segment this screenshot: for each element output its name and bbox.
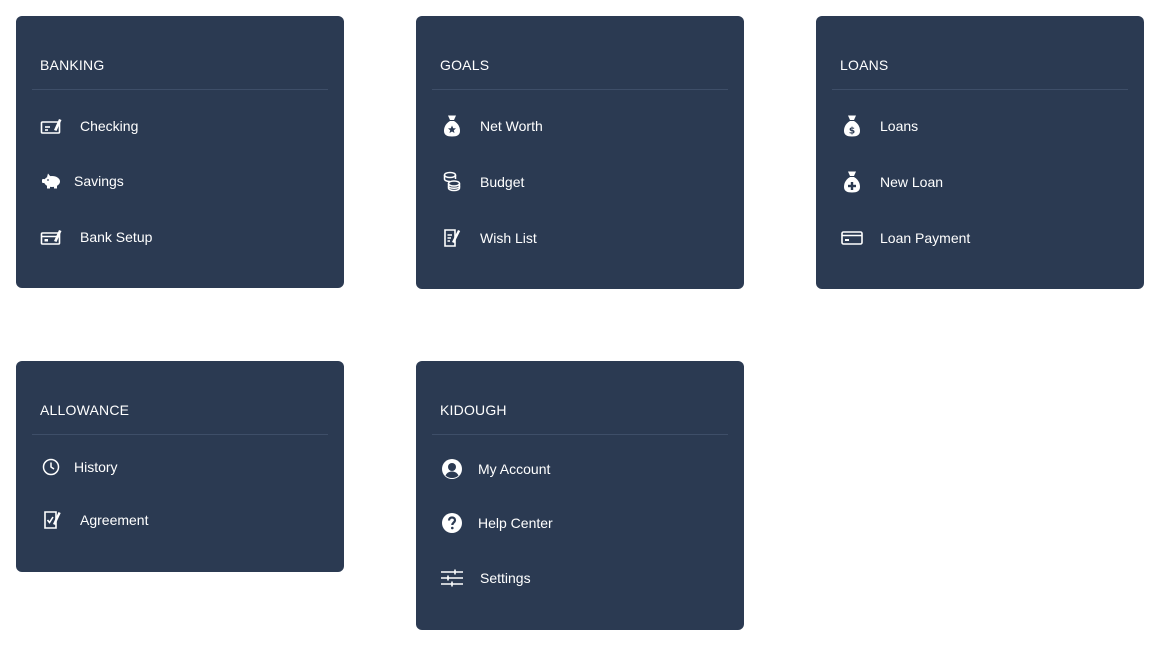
coins-icon (440, 170, 464, 194)
svg-text:$: $ (849, 127, 855, 137)
menu-item-my-account[interactable]: My Account (440, 454, 728, 484)
menu-item-label: Loans (880, 118, 919, 134)
help-icon (440, 511, 464, 535)
allowance-card: ALLOWANCE History Agreement (16, 361, 344, 572)
check-icon (40, 114, 64, 138)
menu-item-label: History (74, 459, 118, 475)
menu-item-savings[interactable]: Savings (40, 166, 328, 196)
menu-item-label: New Loan (880, 174, 944, 190)
piggy-bank-icon (40, 169, 64, 193)
money-bag-plus-icon (840, 170, 864, 194)
loans-title: LOANS (840, 57, 889, 73)
menu-item-checking[interactable]: Checking (40, 111, 328, 141)
loans-divider (832, 89, 1128, 90)
menu-item-loans[interactable]: $ Loans (840, 111, 1128, 141)
menu-item-label: Help Center (478, 515, 553, 531)
wish-list-icon (440, 226, 464, 250)
allowance-divider (32, 434, 328, 435)
menu-item-wish-list[interactable]: Wish List (440, 223, 728, 253)
menu-item-bank-setup[interactable]: Bank Setup (40, 222, 328, 252)
banking-divider (32, 89, 328, 90)
menu-item-history[interactable]: History (40, 452, 328, 482)
menu-item-label: Bank Setup (80, 229, 153, 245)
menu-item-agreement[interactable]: Agreement (40, 505, 328, 535)
kidough-divider (432, 434, 728, 435)
menu-item-label: My Account (478, 461, 551, 477)
menu-item-label: Wish List (480, 230, 537, 246)
menu-item-label: Agreement (80, 512, 149, 528)
allowance-title: ALLOWANCE (40, 402, 130, 418)
agreement-icon (40, 508, 64, 532)
sliders-icon (440, 566, 464, 590)
bank-setup-icon (40, 225, 64, 249)
clock-icon (40, 455, 64, 479)
menu-item-budget[interactable]: Budget (440, 167, 728, 197)
menu-item-label: Loan Payment (880, 230, 971, 246)
money-bag-star-icon (440, 114, 464, 138)
goals-card: GOALS Net Worth Budget Wish List (416, 16, 744, 289)
menu-item-label: Budget (480, 174, 525, 190)
banking-title: BANKING (40, 57, 105, 73)
menu-item-settings[interactable]: Settings (440, 563, 728, 593)
loans-card: LOANS $ Loans New Loan Loan Payment (816, 16, 1144, 289)
credit-card-icon (840, 226, 864, 250)
menu-item-label: Net Worth (480, 118, 543, 134)
menu-item-label: Settings (480, 570, 531, 586)
kidough-card: KIDOUGH My Account Help Center Settings (416, 361, 744, 630)
account-icon (440, 457, 464, 481)
kidough-title: KIDOUGH (440, 402, 507, 418)
menu-item-net-worth[interactable]: Net Worth (440, 111, 728, 141)
menu-item-label: Checking (80, 118, 139, 134)
menu-item-label: Savings (74, 173, 124, 189)
goals-title: GOALS (440, 57, 490, 73)
menu-item-new-loan[interactable]: New Loan (840, 167, 1128, 197)
menu-item-help-center[interactable]: Help Center (440, 508, 728, 538)
menu-item-loan-payment[interactable]: Loan Payment (840, 223, 1128, 253)
banking-card: BANKING Checking Savings Bank Setup (16, 16, 344, 288)
money-bag-dollar-icon: $ (840, 114, 864, 138)
goals-divider (432, 89, 728, 90)
